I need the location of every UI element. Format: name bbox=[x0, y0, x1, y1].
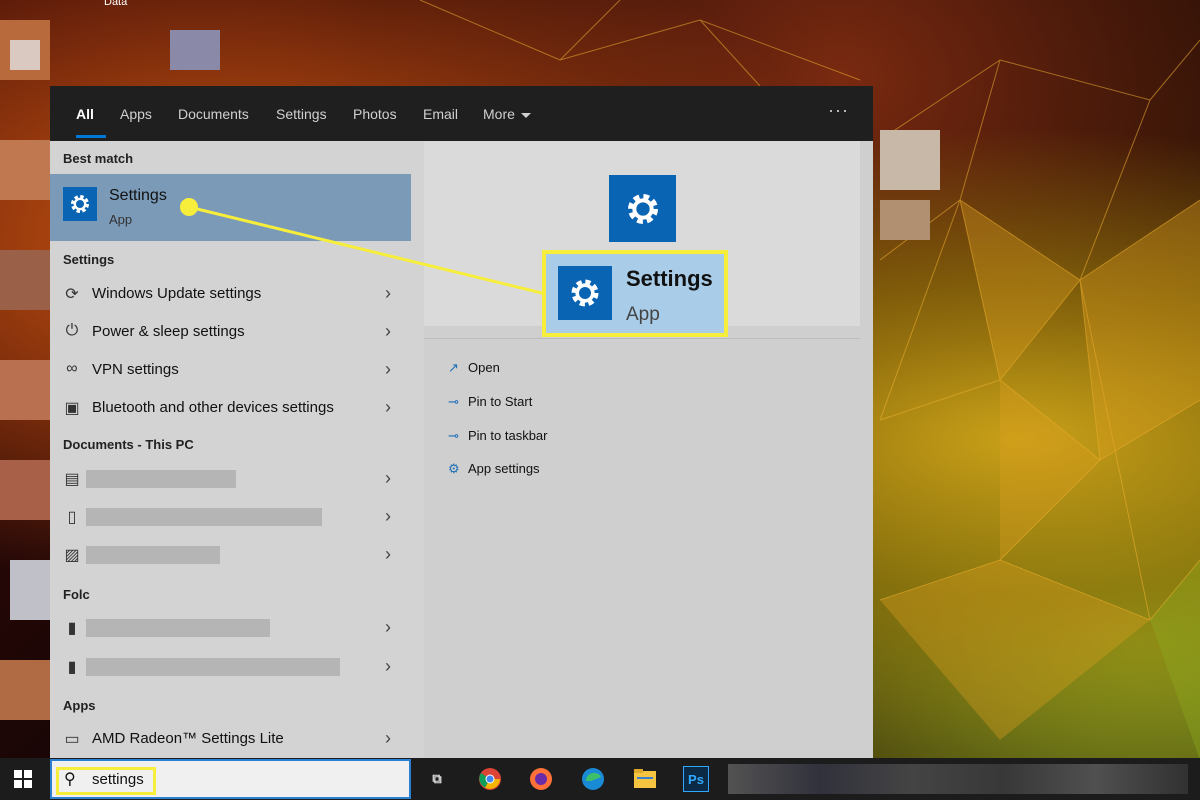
gear-icon bbox=[558, 266, 612, 320]
list-item[interactable]: ∞ VPN settings › bbox=[50, 351, 411, 389]
callout-title: Settings bbox=[626, 266, 713, 291]
redacted-text bbox=[86, 619, 270, 637]
best-match-title: Settings bbox=[109, 187, 167, 204]
tab-documents[interactable]: Documents bbox=[178, 106, 249, 122]
more-options-icon[interactable]: ··· bbox=[828, 100, 849, 121]
best-match-subtitle: App bbox=[109, 212, 133, 227]
firefox-icon[interactable] bbox=[528, 766, 554, 792]
active-tab-indicator bbox=[76, 135, 106, 138]
list-item[interactable]: ⟳ Windows Update settings › bbox=[50, 275, 411, 313]
action-label: Pin to taskbar bbox=[468, 428, 548, 443]
result-label: Bluetooth and other devices settings bbox=[92, 399, 334, 416]
document-icon: ▤ bbox=[64, 471, 80, 488]
system-tray-blurred bbox=[728, 764, 1188, 794]
file-explorer-icon[interactable] bbox=[632, 766, 658, 792]
list-item[interactable]: ▤ › bbox=[50, 460, 411, 498]
callout-subtitle: App bbox=[626, 304, 660, 325]
best-match-item[interactable]: Settings App bbox=[50, 174, 411, 241]
tab-more[interactable]: More bbox=[483, 106, 531, 122]
caret-down-icon bbox=[520, 112, 531, 118]
search-icon: ⚲ bbox=[64, 771, 76, 788]
folder-icon: ▮ bbox=[67, 620, 77, 637]
gear-icon bbox=[63, 187, 97, 221]
tab-all[interactable]: All bbox=[76, 106, 94, 122]
search-input[interactable]: ⚲ settings bbox=[50, 759, 411, 799]
action-label: App settings bbox=[468, 461, 540, 476]
list-item[interactable]: ▣ Bluetooth and other devices settings › bbox=[50, 389, 411, 427]
chevron-right-icon[interactable]: › bbox=[385, 506, 391, 527]
action-open[interactable]: ↗ Open bbox=[448, 360, 500, 376]
action-pin-to-taskbar[interactable]: ⊸ Pin to taskbar bbox=[448, 428, 548, 444]
chevron-right-icon[interactable]: › bbox=[385, 283, 391, 304]
folder-icon: ▮ bbox=[67, 659, 77, 676]
action-app-settings[interactable]: ⚙ App settings bbox=[448, 461, 540, 477]
gear-icon bbox=[609, 175, 676, 242]
pin-icon: ⊸ bbox=[448, 394, 459, 409]
chrome-icon[interactable] bbox=[477, 766, 503, 792]
edge-icon[interactable] bbox=[580, 766, 606, 792]
search-filter-bar: All Apps Documents Settings Photos Email… bbox=[50, 86, 873, 141]
list-item[interactable]: ⏻ Power & sleep settings › bbox=[50, 313, 411, 351]
tab-photos[interactable]: Photos bbox=[353, 106, 397, 122]
section-documents: Documents - This PC bbox=[63, 437, 194, 452]
list-item[interactable]: ▨ › bbox=[50, 536, 411, 574]
results-list: Best match Settings App Settings ⟳ Windo… bbox=[50, 141, 424, 758]
list-item[interactable]: ▮ › bbox=[50, 648, 411, 686]
tab-more-label: More bbox=[483, 106, 515, 122]
vpn-icon: ∞ bbox=[66, 360, 78, 377]
chevron-right-icon[interactable]: › bbox=[385, 728, 391, 749]
start-search-panel: All Apps Documents Settings Photos Email… bbox=[50, 86, 873, 758]
section-folders: Folc bbox=[63, 587, 90, 602]
chevron-right-icon[interactable]: › bbox=[385, 321, 391, 342]
sync-icon: ⟳ bbox=[65, 286, 79, 303]
redacted-text bbox=[86, 508, 322, 526]
action-label: Open bbox=[468, 360, 500, 375]
settings-callout: Settings App bbox=[542, 250, 728, 337]
open-icon: ↗ bbox=[448, 360, 459, 375]
chevron-right-icon[interactable]: › bbox=[385, 397, 391, 418]
result-label: Windows Update settings bbox=[92, 285, 262, 302]
task-view-icon[interactable]: ⧉ bbox=[424, 766, 450, 792]
document-icon: ▨ bbox=[64, 547, 80, 564]
app-window-icon: ▭ bbox=[64, 731, 80, 748]
section-apps: Apps bbox=[63, 698, 96, 713]
result-label: AMD Radeon™ Settings Lite bbox=[92, 730, 284, 747]
chevron-right-icon[interactable]: › bbox=[385, 617, 391, 638]
pin-icon: ⊸ bbox=[448, 428, 459, 443]
taskbar: ⚲ settings ⧉ Ps bbox=[0, 758, 1200, 800]
section-best-match: Best match bbox=[63, 151, 134, 166]
redacted-text bbox=[86, 658, 340, 676]
result-label: VPN settings bbox=[92, 361, 179, 378]
tab-settings[interactable]: Settings bbox=[276, 106, 327, 122]
devices-icon: ▣ bbox=[64, 400, 80, 417]
chevron-right-icon[interactable]: › bbox=[385, 544, 391, 565]
photoshop-icon[interactable]: Ps bbox=[683, 766, 709, 792]
power-icon: ⏻ bbox=[65, 322, 79, 339]
redacted-text bbox=[86, 546, 220, 564]
document-icon: ▯ bbox=[67, 509, 77, 526]
desktop-icon-label: Data bbox=[104, 0, 128, 8]
action-label: Pin to Start bbox=[468, 394, 533, 409]
preview-pane: ↗ Open ⊸ Pin to Start ⊸ Pin to taskbar ⚙ App… bbox=[424, 141, 873, 758]
redacted-text bbox=[86, 470, 236, 488]
search-text: settings bbox=[92, 771, 144, 788]
action-pin-to-start[interactable]: ⊸ Pin to Start bbox=[448, 394, 532, 410]
list-item[interactable]: ▮ › bbox=[50, 609, 411, 647]
gear-icon: ⚙ bbox=[448, 461, 460, 476]
windows-start-icon[interactable] bbox=[14, 770, 32, 788]
list-item[interactable]: ▯ › bbox=[50, 498, 411, 536]
chevron-right-icon[interactable]: › bbox=[385, 359, 391, 380]
list-item[interactable]: ▭ AMD Radeon™ Settings Lite › bbox=[50, 720, 411, 758]
tab-apps[interactable]: Apps bbox=[120, 106, 152, 122]
tab-email[interactable]: Email bbox=[423, 106, 458, 122]
result-label: Power & sleep settings bbox=[92, 323, 245, 340]
section-settings: Settings bbox=[63, 252, 115, 267]
chevron-right-icon[interactable]: › bbox=[385, 468, 391, 489]
divider bbox=[424, 338, 860, 339]
chevron-right-icon[interactable]: › bbox=[385, 656, 391, 677]
